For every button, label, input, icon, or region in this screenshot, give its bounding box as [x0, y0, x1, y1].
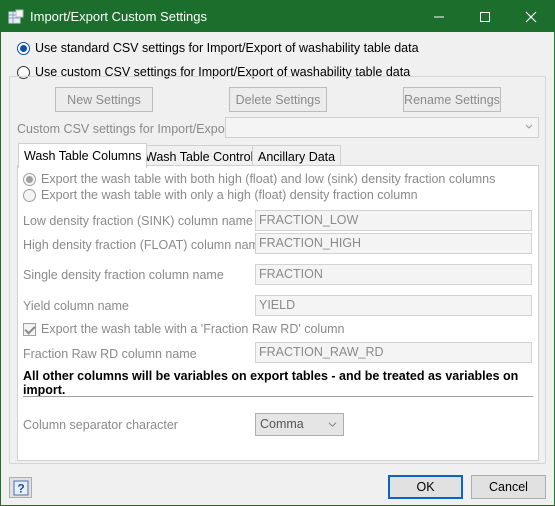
columns-note: All other columns will be variables on e… [23, 369, 519, 397]
export-both-label: Export the wash table with both high (fl… [41, 172, 496, 186]
title-bar[interactable]: Import/Export Custom Settings [1, 1, 554, 32]
svg-text:?: ? [17, 481, 24, 495]
single-density-field[interactable]: FRACTION [255, 264, 532, 285]
help-icon: ? [13, 480, 28, 495]
table-export-icon [8, 9, 24, 25]
separator-label: Column separator character [23, 418, 178, 432]
custom-settings-dropdown[interactable] [225, 117, 539, 138]
raw-rd-checkbox[interactable] [23, 322, 36, 336]
tab-wash-table-columns[interactable]: Wash Table Columns [18, 143, 148, 168]
chevron-down-icon [328, 422, 337, 427]
export-both-radio[interactable] [23, 172, 36, 186]
low-density-label: Low density fraction (SINK) column name [23, 214, 253, 228]
help-button[interactable]: ? [9, 477, 32, 498]
export-single-label: Export the wash table with only a high (… [41, 188, 418, 202]
tab-label: Wash Table Control [145, 149, 254, 164]
divider [23, 396, 533, 397]
close-button[interactable] [508, 1, 554, 32]
tab-label: Wash Table Columns [24, 149, 142, 163]
tab-label: Ancillary Data [258, 149, 336, 164]
delete-settings-button[interactable]: Delete Settings [229, 87, 327, 112]
raw-rd-option[interactable]: Export the wash table with a 'Fraction R… [23, 322, 345, 336]
raw-rd-field[interactable]: FRACTION_RAW_RD [255, 342, 532, 363]
new-settings-button[interactable]: New Settings [55, 87, 153, 112]
export-both-option[interactable]: Export the wash table with both high (fl… [23, 172, 495, 186]
standard-settings-option[interactable]: Use standard CSV settings for Import/Exp… [17, 41, 419, 55]
chevron-down-icon [525, 124, 533, 129]
window-title: Import/Export Custom Settings [30, 9, 208, 24]
high-density-label: High density fraction (FLOAT) column nam… [23, 238, 266, 252]
close-icon [525, 11, 537, 22]
separator-value: Comma [260, 417, 304, 431]
yield-field[interactable]: YIELD [255, 295, 532, 316]
tab-ancillary-data[interactable]: Ancillary Data [252, 145, 342, 167]
yield-label: Yield column name [23, 299, 129, 313]
minimize-icon [434, 16, 444, 17]
separator-select[interactable]: Comma [255, 413, 344, 436]
tab-wash-table-control[interactable]: Wash Table Control [139, 145, 260, 167]
standard-settings-label: Use standard CSV settings for Import/Exp… [35, 41, 419, 55]
export-single-radio[interactable] [23, 188, 36, 202]
ok-button[interactable]: OK [388, 475, 463, 499]
high-density-field[interactable]: FRACTION_HIGH [255, 233, 532, 254]
export-single-option[interactable]: Export the wash table with only a high (… [23, 188, 418, 202]
dialog-window: Import/Export Custom Settings Use standa… [0, 0, 555, 506]
custom-settings-label: Custom CSV settings for Import/Export [17, 122, 233, 136]
low-density-field[interactable]: FRACTION_LOW [255, 210, 532, 231]
maximize-button[interactable] [462, 1, 508, 32]
maximize-icon [480, 11, 490, 22]
raw-rd-label: Fraction Raw RD column name [23, 347, 197, 361]
rename-settings-button[interactable]: Rename Settings [403, 87, 501, 112]
raw-rd-check-label: Export the wash table with a 'Fraction R… [41, 322, 345, 336]
single-density-label: Single density fraction column name [23, 268, 224, 282]
minimize-button[interactable] [416, 1, 462, 32]
standard-settings-radio[interactable] [17, 41, 30, 55]
cancel-button[interactable]: Cancel [471, 475, 546, 499]
